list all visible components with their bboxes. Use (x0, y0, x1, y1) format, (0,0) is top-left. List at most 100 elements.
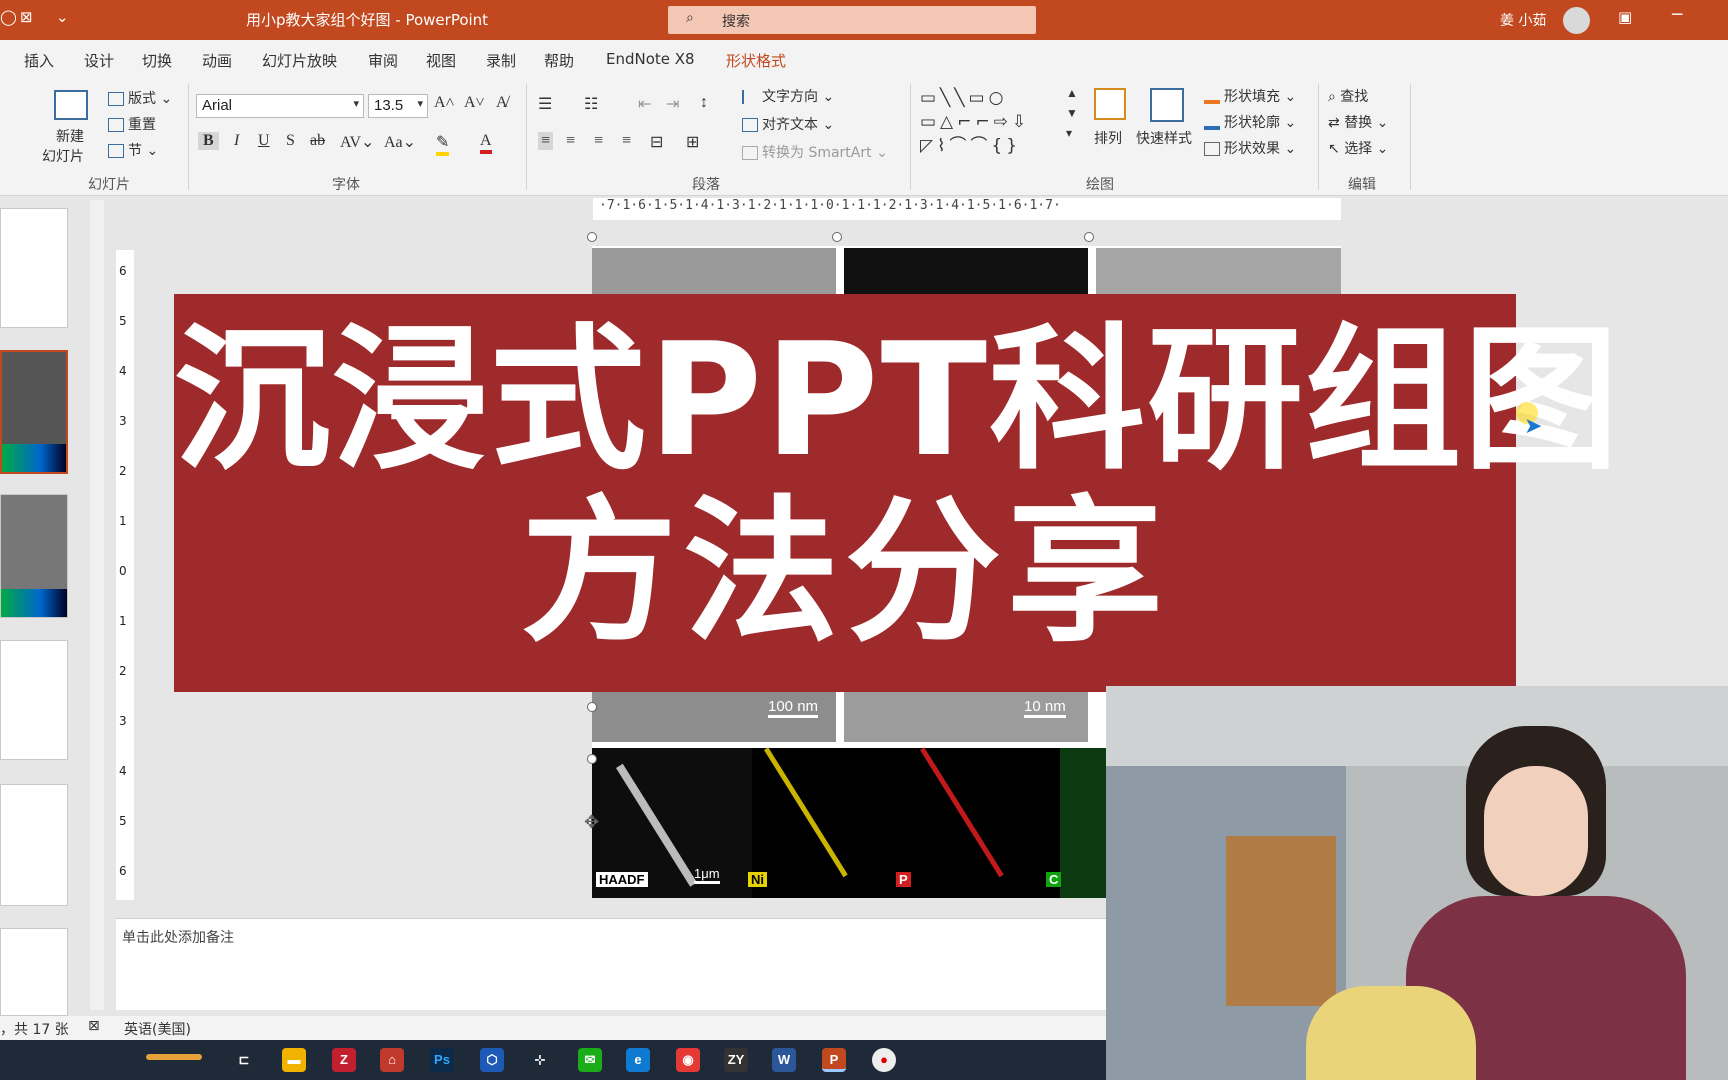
convert-smartart-button[interactable]: 转换为 SmartArt ⌄ (742, 142, 888, 162)
network-app-icon[interactable]: ⊹ (528, 1048, 552, 1072)
move-handle-icon[interactable]: ✥ (584, 812, 599, 833)
char-spacing-icon[interactable]: AV⌄ (340, 132, 374, 152)
file-explorer-icon[interactable]: ▬ (282, 1048, 306, 1072)
text-direction-button[interactable]: 文字方向 ⌄ (742, 86, 834, 106)
c-map-image[interactable] (1060, 748, 1108, 898)
decrease-indent-icon[interactable]: ⇤ (638, 94, 651, 114)
app-blue-icon[interactable]: ⬡ (480, 1048, 504, 1072)
user-name[interactable]: 姜 小茹 (1500, 10, 1546, 30)
search-box[interactable]: ⌕ 搜索 (668, 6, 1036, 34)
replace-button[interactable]: ⇄ 替换 ⌄ (1328, 112, 1388, 132)
wechat-icon[interactable]: ✉ (578, 1048, 602, 1072)
tab-shape-format[interactable]: 形状格式 (726, 50, 786, 71)
change-case-icon[interactable]: Aa⌄ (384, 132, 416, 152)
shapes-gallery[interactable]: ▭╲╲▭○ ▭△⌐⌐⇨⇩ ◸⌇⌒⌒{} (920, 86, 1064, 156)
tab-review[interactable]: 审阅 (368, 50, 398, 71)
new-slide-icon[interactable] (54, 90, 88, 120)
p-map-image[interactable] (906, 747, 1060, 898)
shape-fill-button[interactable]: 形状填充 ⌄ (1204, 86, 1296, 106)
language-indicator[interactable]: 英语(美国) (124, 1019, 191, 1039)
photoshop-icon[interactable]: Ps (430, 1048, 454, 1072)
layout-button[interactable]: 版式 ⌄ (108, 88, 172, 108)
slide-thumbnail[interactable] (0, 494, 68, 618)
highlight-icon[interactable]: ✎ (436, 132, 450, 156)
selection-handle[interactable] (832, 232, 842, 242)
quick-access-icon[interactable]: ⊠ (20, 8, 33, 26)
gallery-down-icon[interactable]: ▼ (1066, 106, 1078, 121)
tem-image-dark[interactable] (844, 248, 1088, 296)
clear-format-icon[interactable]: A̸ (496, 94, 508, 112)
strikethrough-icon[interactable]: ab (310, 132, 325, 150)
tab-record[interactable]: 录制 (486, 50, 516, 71)
zy-app-icon[interactable]: ZY (724, 1048, 748, 1072)
decrease-font-icon[interactable]: A˅ (464, 94, 485, 112)
recorder-icon[interactable]: ● (872, 1048, 896, 1072)
bold-icon[interactable]: B (198, 132, 219, 150)
gallery-up-icon[interactable]: ▲ (1066, 86, 1078, 101)
select-button[interactable]: ↖ 选择 ⌄ (1328, 138, 1388, 158)
autosave-icon[interactable]: ◯ (0, 8, 17, 26)
powerpoint-icon[interactable]: P (822, 1048, 846, 1072)
align-right-icon[interactable]: ≡ (594, 132, 603, 150)
justify-icon[interactable]: ≡ (622, 132, 631, 150)
slide-thumbnail[interactable] (0, 784, 68, 906)
tab-help[interactable]: 帮助 (544, 50, 574, 71)
increase-indent-icon[interactable]: ⇥ (666, 94, 679, 114)
tab-view[interactable]: 视图 (426, 50, 456, 71)
ni-map-image[interactable] (752, 747, 906, 898)
slide-thumbnail[interactable] (0, 928, 68, 1016)
align-center-icon[interactable]: ≡ (566, 132, 575, 150)
increase-font-icon[interactable]: A˄ (434, 94, 455, 112)
arrange-button[interactable]: 排列 (1094, 128, 1122, 148)
underline-icon[interactable]: U (258, 132, 270, 150)
app-red-icon[interactable]: ⌂ (380, 1048, 404, 1072)
new-slide-label[interactable]: 幻灯片 (42, 146, 84, 166)
word-icon[interactable]: W (772, 1048, 796, 1072)
tab-endnote[interactable]: EndNote X8 (606, 50, 695, 68)
customize-qat-icon[interactable]: ⌄ (56, 8, 69, 26)
notes-pane[interactable]: 单击此处添加备注 (116, 918, 1106, 1010)
avatar[interactable] (1563, 7, 1590, 34)
thumbnail-scrollbar[interactable] (90, 200, 104, 1010)
tab-insert[interactable]: 插入 (24, 50, 54, 71)
netease-music-icon[interactable]: ◉ (676, 1048, 700, 1072)
slide-thumbnail[interactable] (0, 640, 68, 760)
slide-thumbnail-selected[interactable] (0, 350, 68, 474)
tem-image[interactable] (1096, 248, 1341, 296)
align-text-button[interactable]: 对齐文本 ⌄ (742, 114, 834, 134)
tab-transitions[interactable]: 切换 (142, 50, 172, 71)
rotate-handle[interactable] (587, 702, 597, 712)
shadow-icon[interactable]: S (286, 132, 295, 150)
task-view-icon[interactable]: ⊏ (232, 1048, 256, 1072)
edge-icon[interactable]: e (626, 1048, 650, 1072)
selection-handle[interactable] (587, 232, 597, 242)
line-spacing-icon[interactable]: ↕ (700, 94, 708, 112)
selection-handle[interactable] (1084, 232, 1094, 242)
shape-outline-button[interactable]: 形状轮廓 ⌄ (1204, 112, 1296, 132)
rotate-handle[interactable] (587, 754, 597, 764)
slide-thumbnail[interactable] (0, 208, 68, 328)
tab-animations[interactable]: 动画 (202, 50, 232, 71)
font-color-icon[interactable]: A (480, 132, 492, 154)
new-slide-button[interactable]: 新建 (56, 126, 84, 146)
tab-slideshow[interactable]: 幻灯片放映 (262, 50, 337, 71)
tab-design[interactable]: 设计 (84, 50, 114, 71)
minimize-icon[interactable]: ─ (1672, 5, 1682, 25)
font-size-combo[interactable]: 13.5 ▾ (368, 94, 428, 118)
shape-effects-button[interactable]: 形状效果 ⌄ (1204, 138, 1296, 158)
section-button[interactable]: 节 ⌄ (108, 140, 158, 160)
numbering-icon[interactable]: ☷ (584, 94, 598, 114)
reset-button[interactable]: 重置 (108, 114, 156, 134)
accessibility-icon[interactable]: ⊠ (88, 1018, 100, 1034)
quick-styles-button[interactable]: 快速样式 (1136, 128, 1192, 148)
tem-image[interactable] (592, 248, 836, 296)
zotero-icon[interactable]: Z (332, 1048, 356, 1072)
columns-icon[interactable]: ⊞ (686, 132, 699, 152)
bullets-icon[interactable]: ☰ (538, 94, 552, 114)
find-button[interactable]: ⌕ 查找 (1328, 86, 1368, 106)
distributed-icon[interactable]: ⊟ (650, 132, 663, 152)
italic-icon[interactable]: I (234, 132, 239, 150)
gallery-more-icon[interactable]: ▾ (1066, 126, 1072, 141)
ribbon-display-options-icon[interactable]: ▣ (1618, 8, 1632, 26)
font-name-combo[interactable]: Arial ▾ (196, 94, 364, 118)
